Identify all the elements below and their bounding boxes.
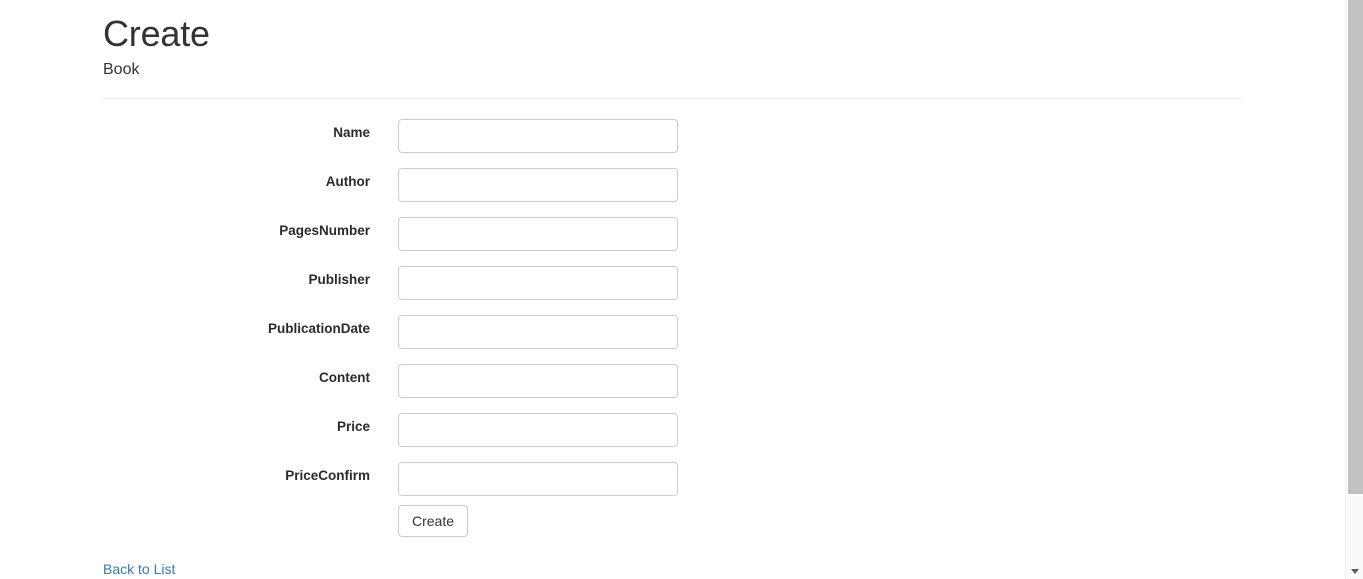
price-input[interactable] <box>398 413 678 447</box>
form-row: PriceConfirm <box>103 455 1241 504</box>
form-row: PagesNumber <box>103 210 1241 259</box>
priceconfirm-input[interactable] <box>398 462 678 496</box>
form-row: Price <box>103 406 1241 455</box>
field-label-pagesnumber: PagesNumber <box>279 223 370 238</box>
field-label-content: Content <box>319 370 370 385</box>
page-viewport: Create Book Name Author PagesNumber Publ… <box>0 0 1345 579</box>
field-control-wrap <box>398 217 678 251</box>
field-control-wrap <box>398 413 678 447</box>
chevron-down-icon <box>1351 569 1359 574</box>
field-label-publicationdate: PublicationDate <box>267 321 370 336</box>
page-title: Create <box>103 13 210 54</box>
back-link-row: Back to List <box>103 560 1241 579</box>
field-control-wrap <box>398 266 678 300</box>
create-button[interactable]: Create <box>398 505 469 537</box>
publicationdate-input[interactable] <box>398 315 678 349</box>
create-book-form: Name Author PagesNumber Publisher Public… <box>103 112 1241 579</box>
form-row: Content <box>103 357 1241 406</box>
field-label-price: Price <box>336 419 370 434</box>
author-input[interactable] <box>398 168 678 202</box>
vertical-scrollbar[interactable] <box>1345 0 1363 579</box>
field-control-wrap <box>398 364 678 398</box>
name-input[interactable] <box>398 119 678 153</box>
field-label-priceconfirm: PriceConfirm <box>285 468 370 483</box>
scrollbar-thumb[interactable] <box>1348 0 1363 494</box>
back-to-list-link[interactable]: Back to List <box>103 560 175 578</box>
header-divider <box>103 98 1241 99</box>
publisher-input[interactable] <box>398 266 678 300</box>
field-label-name: Name <box>333 125 370 140</box>
form-row: PublicationDate <box>103 308 1241 357</box>
page-subtitle: Book <box>103 61 140 78</box>
field-control-wrap <box>398 119 678 153</box>
field-label-publisher: Publisher <box>308 272 370 287</box>
field-control-wrap <box>398 462 678 496</box>
field-control-wrap <box>398 315 678 349</box>
scroll-down-button[interactable] <box>1346 563 1363 579</box>
field-control-wrap <box>398 168 678 202</box>
field-label-author: Author <box>325 174 370 189</box>
pagesnumber-input[interactable] <box>398 217 678 251</box>
content-input[interactable] <box>398 364 678 398</box>
form-row: Publisher <box>103 259 1241 308</box>
form-submit-row: Create <box>103 504 1241 552</box>
form-row: Name <box>103 112 1241 161</box>
submit-button-wrap: Create <box>398 505 469 537</box>
form-row: Author <box>103 161 1241 210</box>
